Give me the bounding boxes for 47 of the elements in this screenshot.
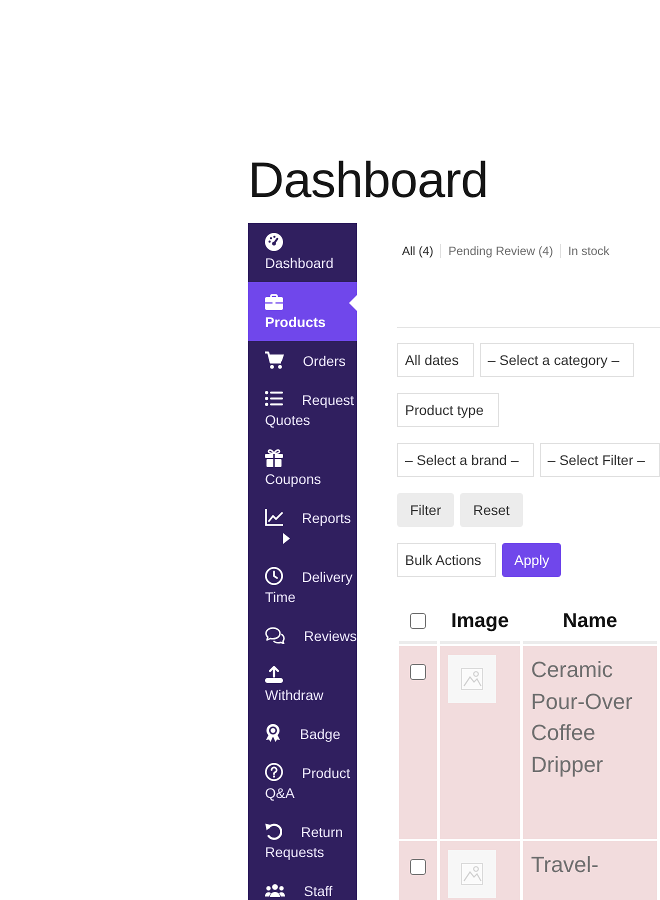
sidebar-item[interactable]: Badge (248, 714, 357, 753)
dropdown[interactable]: – Select a brand – (397, 443, 534, 477)
table-cell: Travel- (523, 841, 657, 900)
sidebar-item[interactable]: Reports (248, 498, 357, 557)
dropdown[interactable]: – Select a category – (480, 343, 634, 377)
sidebar-item[interactable]: Request Quotes (248, 380, 357, 439)
users-icon (265, 884, 285, 897)
list-icon (265, 391, 283, 406)
image-placeholder-icon (448, 850, 496, 898)
sidebar-item[interactable]: Product Q&A (248, 753, 357, 812)
toolbar-button[interactable]: Filter (397, 493, 454, 527)
dropdown[interactable]: All dates (397, 343, 474, 377)
gift-icon (265, 449, 283, 467)
clock-icon (265, 567, 283, 585)
pointer-icon (349, 295, 357, 311)
dropdown[interactable]: Product type (397, 393, 499, 427)
checkbox[interactable] (410, 859, 426, 875)
status-tab[interactable]: All (4) (402, 243, 434, 259)
status-tab[interactable]: Pending Review (4) (448, 243, 554, 259)
image-placeholder-icon (448, 655, 496, 703)
cart-icon (265, 351, 284, 369)
status-tab[interactable]: In stock (568, 243, 610, 259)
checkbox[interactable] (410, 664, 426, 680)
sidebar-item[interactable]: Delivery Time (248, 557, 357, 616)
sidebar-item[interactable]: Coupons (248, 439, 357, 498)
table-cell: Ceramic Pour-Over Coffee Dripper (523, 646, 657, 839)
page-title: Dashboard (248, 151, 490, 210)
toolbar-button[interactable]: Reset (460, 493, 523, 527)
question-icon (265, 763, 283, 781)
sidebar-item[interactable]: Withdraw (248, 655, 357, 714)
primary-button[interactable]: Apply (502, 543, 562, 577)
briefcase-icon (265, 294, 283, 310)
dropdown[interactable]: Bulk Actions (397, 543, 496, 577)
checkbox[interactable] (410, 613, 426, 629)
dropdown[interactable]: – Select Filter – (540, 443, 660, 477)
award-icon (265, 724, 281, 742)
sidebar-item[interactable]: Products (248, 282, 357, 341)
sidebar-item[interactable]: Reviews (248, 616, 357, 655)
chat-bubbles-icon (265, 627, 285, 644)
upload-icon (265, 665, 283, 683)
sidebar-item[interactable]: Staff (248, 871, 357, 900)
undo-icon (265, 823, 282, 840)
sidebar-item[interactable]: Orders (248, 341, 357, 380)
sidebar-item[interactable]: Return Requests (248, 812, 357, 871)
gauge-icon (265, 233, 283, 251)
line-chart-icon (265, 509, 283, 526)
sidebar-item[interactable]: Dashboard (248, 223, 357, 282)
